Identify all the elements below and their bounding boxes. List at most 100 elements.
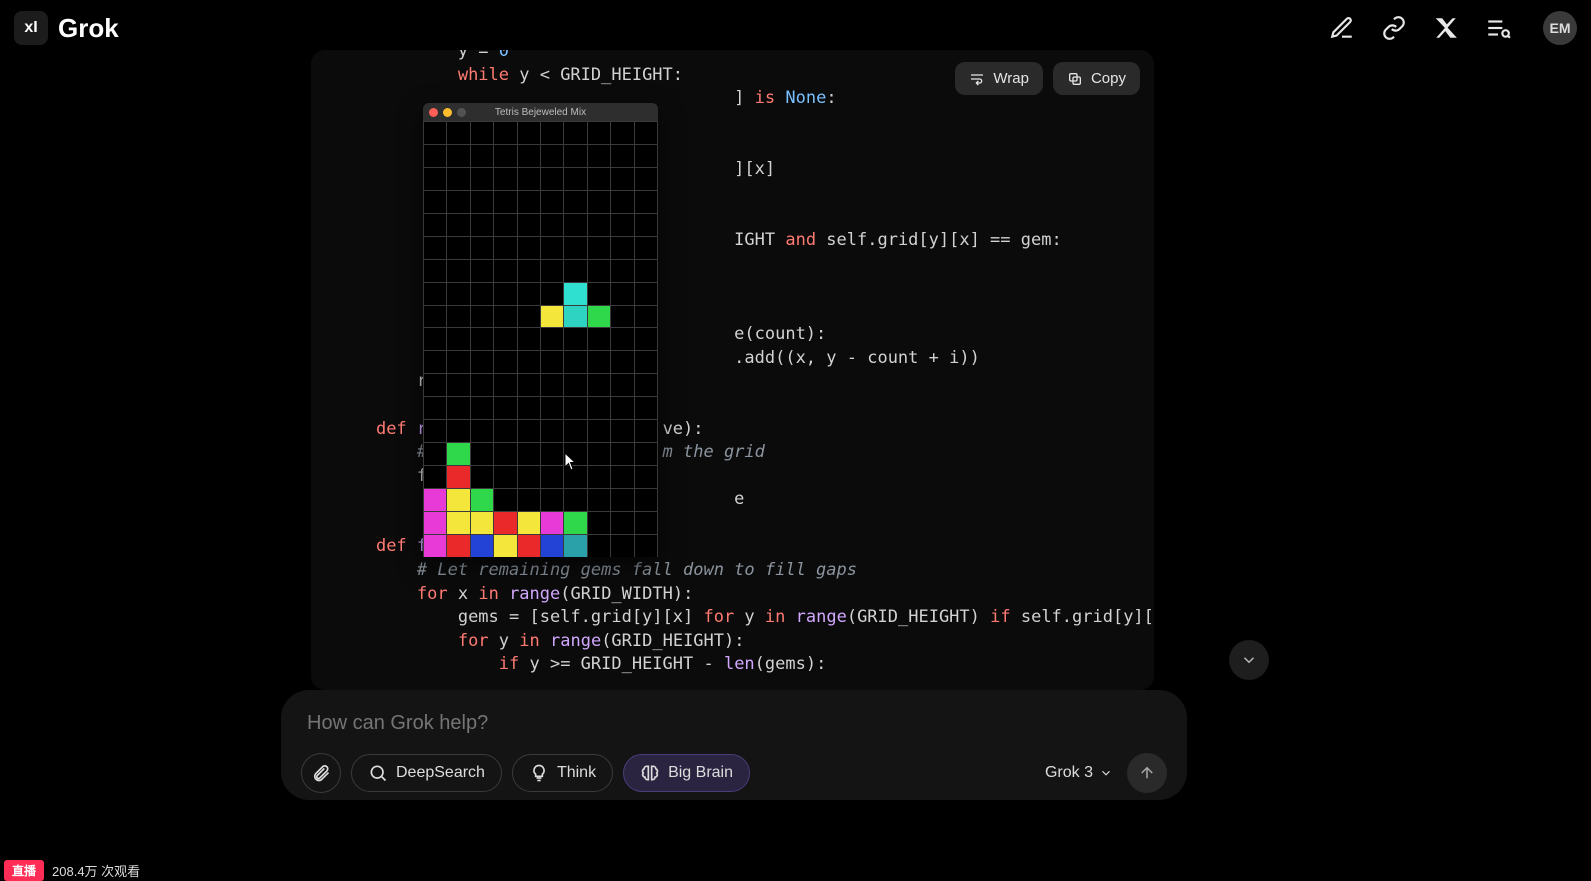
grid-cell: [424, 259, 447, 282]
grid-cell: [611, 420, 634, 443]
live-badge[interactable]: 直播: [4, 860, 44, 881]
grid-cell: [611, 167, 634, 190]
prompt-input[interactable]: [301, 708, 1167, 753]
bigbrain-chip[interactable]: Big Brain: [623, 754, 750, 792]
grid-cell: [611, 305, 634, 328]
grid-cell: [587, 351, 610, 374]
grid-cell: [540, 122, 563, 145]
grid-cell: [564, 259, 587, 282]
grid-cell: [540, 167, 563, 190]
logo-icon[interactable]: xI: [14, 11, 48, 45]
search-icon: [368, 763, 388, 783]
grid-cell: [424, 443, 447, 466]
grid-cell: [470, 489, 493, 512]
window-titlebar[interactable]: Tetris Bejeweled Mix: [423, 103, 658, 121]
grid-cell: [470, 420, 493, 443]
bigbrain-label: Big Brain: [668, 764, 733, 782]
grid-cell: [494, 351, 517, 374]
grid-cell: [564, 236, 587, 259]
minimize-traffic-light[interactable]: [443, 108, 452, 117]
grid-cell: [447, 305, 470, 328]
grid-cell: [517, 167, 540, 190]
grid-cell: [470, 511, 493, 534]
send-button[interactable]: [1127, 753, 1167, 793]
paperclip-icon: [311, 763, 331, 783]
grid-cell: [424, 374, 447, 397]
x-logo-icon[interactable]: [1433, 15, 1459, 41]
grid-cell: [611, 489, 634, 512]
grid-cell: [587, 466, 610, 489]
compose-icon[interactable]: [1329, 15, 1355, 41]
grid-cell: [424, 213, 447, 236]
model-selector[interactable]: Grok 3: [1041, 758, 1117, 788]
grid-cell: [634, 305, 657, 328]
grid-cell: [424, 511, 447, 534]
grid-cell: [424, 122, 447, 145]
grid-cell: [587, 190, 610, 213]
attach-button[interactable]: [301, 753, 341, 793]
grid-cell: [564, 489, 587, 512]
grid-cell: [587, 213, 610, 236]
grid-cell: [517, 213, 540, 236]
brand-name: Grok: [58, 13, 119, 44]
link-icon[interactable]: [1381, 15, 1407, 41]
grid-cell: [447, 420, 470, 443]
grid-cell: [540, 236, 563, 259]
grid-cell: [611, 511, 634, 534]
wrap-icon: [969, 71, 985, 87]
grid-cell: [587, 122, 610, 145]
grid-cell: [611, 213, 634, 236]
grid-cell: [447, 397, 470, 420]
grid-cell: [611, 122, 634, 145]
game-grid: [423, 121, 658, 557]
grid-cell: [611, 351, 634, 374]
grid-cell: [494, 374, 517, 397]
grid-cell: [564, 144, 587, 167]
avatar[interactable]: EM: [1543, 11, 1577, 45]
grid-cell: [611, 328, 634, 351]
grid-cell: [611, 236, 634, 259]
list-search-icon[interactable]: [1485, 15, 1511, 41]
grid-cell: [470, 190, 493, 213]
grid-cell: [470, 236, 493, 259]
app-header: xI Grok EM: [0, 0, 1591, 56]
deepsearch-chip[interactable]: DeepSearch: [351, 754, 502, 792]
grid-cell: [447, 489, 470, 512]
zoom-traffic-light[interactable]: [457, 108, 466, 117]
think-chip[interactable]: Think: [512, 754, 613, 792]
composer: DeepSearch Think Big Brain Grok 3: [281, 690, 1187, 800]
grid-cell: [494, 466, 517, 489]
grid-cell: [494, 259, 517, 282]
grid-cell: [470, 397, 493, 420]
grid-cell: [517, 443, 540, 466]
grid-cell: [517, 305, 540, 328]
grid-cell: [494, 305, 517, 328]
game-window[interactable]: Tetris Bejeweled Mix: [423, 103, 658, 557]
grid-cell: [587, 397, 610, 420]
grid-cell: [424, 466, 447, 489]
grid-cell: [517, 351, 540, 374]
scroll-down-button[interactable]: [1229, 640, 1269, 680]
grid-cell: [634, 534, 657, 557]
copy-button[interactable]: Copy: [1053, 62, 1140, 95]
grid-cell: [634, 420, 657, 443]
grid-cell: [540, 190, 563, 213]
wrap-button[interactable]: Wrap: [955, 62, 1043, 95]
grid-cell: [470, 374, 493, 397]
grid-cell: [540, 511, 563, 534]
grid-cell: [634, 466, 657, 489]
grid-cell: [611, 397, 634, 420]
grid-cell: [447, 167, 470, 190]
live-viewers: 208.4万 次观看: [52, 861, 140, 880]
grid-cell: [424, 190, 447, 213]
grid-cell: [447, 144, 470, 167]
grid-cell: [447, 236, 470, 259]
close-traffic-light[interactable]: [429, 108, 438, 117]
copy-icon: [1067, 71, 1083, 87]
grid-cell: [634, 511, 657, 534]
grid-cell: [447, 443, 470, 466]
grid-cell: [587, 259, 610, 282]
grid-cell: [587, 489, 610, 512]
grid-cell: [634, 328, 657, 351]
grid-cell: [494, 397, 517, 420]
